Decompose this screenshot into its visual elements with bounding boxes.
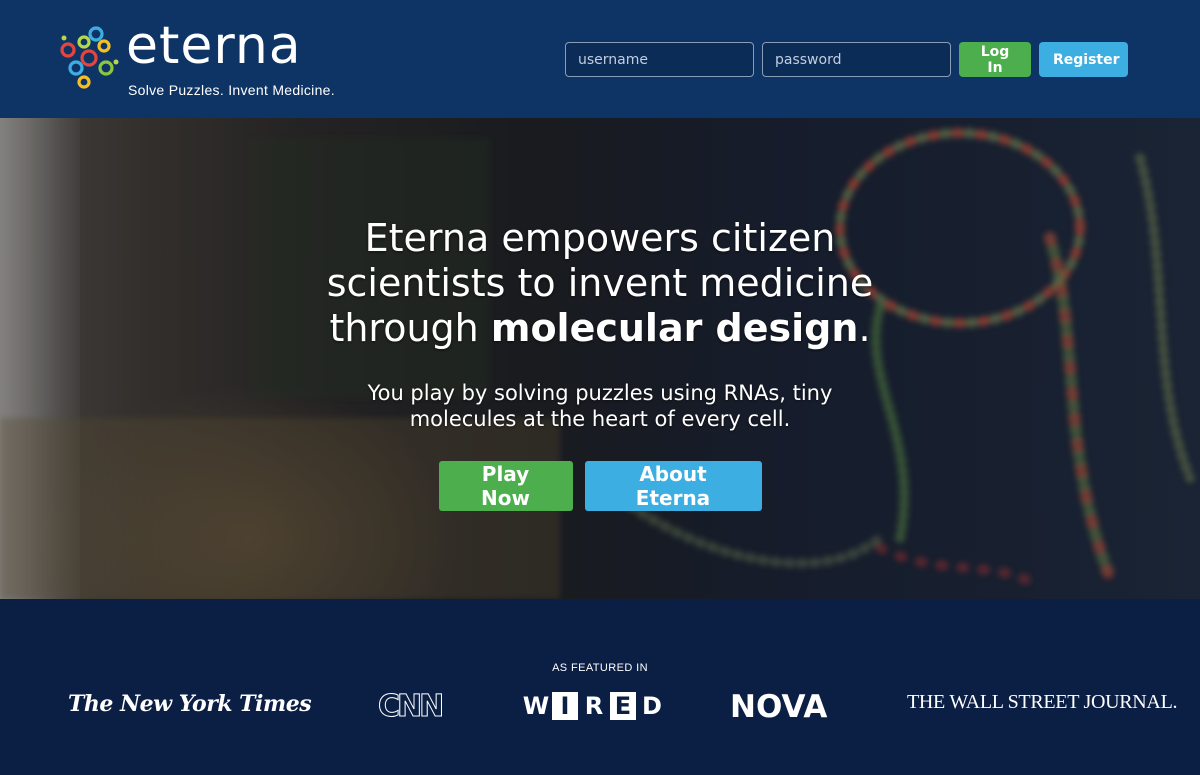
wired-letter-d: D	[642, 692, 662, 720]
hero-headline-line-1: Eterna empowers citizen	[364, 216, 836, 260]
wired-letter-e: E	[610, 692, 636, 720]
hero-headline-line-2: scientists to invent medicine	[326, 261, 874, 305]
eterna-logo[interactable]: eterna Solve Puzzles. Invent Medicine.	[56, 16, 356, 102]
password-input[interactable]	[762, 42, 951, 77]
play-now-button[interactable]: Play Now	[438, 461, 573, 511]
wired-letter-i: I	[552, 692, 578, 720]
hero-subtitle-line-1: You play by solving puzzles using RNAs, …	[367, 381, 833, 405]
hero-section: Eterna empowers citizen scientists to in…	[0, 118, 1200, 599]
wired-letter-w: W	[522, 692, 550, 720]
login-form: Log In Register	[565, 42, 1128, 77]
wired-logo[interactable]: W I R E D	[523, 692, 665, 720]
logo-tagline: Solve Puzzles. Invent Medicine.	[128, 82, 335, 98]
hero-subtitle: You play by solving puzzles using RNAs, …	[0, 380, 1200, 432]
featured-in-label: AS FEATURED IN	[552, 662, 648, 674]
hero-subtitle-line-2: molecules at the heart of every cell.	[409, 407, 791, 431]
site-header: eterna Solve Puzzles. Invent Medicine. L…	[0, 0, 1200, 118]
nyt-logo[interactable]: The New York Times	[68, 691, 312, 717]
rna-rings-logo-icon	[60, 26, 119, 89]
login-button[interactable]: Log In	[959, 42, 1031, 77]
register-button[interactable]: Register	[1039, 42, 1128, 77]
wsj-logo[interactable]: THE WALL STREET JOURNAL.	[907, 691, 1178, 714]
hero-headline-line-3-prefix: through	[329, 306, 491, 350]
hero-actions: Play Now About Eterna	[0, 461, 1200, 511]
wired-letter-r: R	[584, 692, 604, 720]
hero-headline-emphasis: molecular design	[490, 306, 859, 350]
featured-in-section: AS FEATURED IN The New York Times CNN W …	[0, 599, 1200, 775]
logo-wordmark: eterna	[126, 16, 302, 76]
about-eterna-button[interactable]: About Eterna	[584, 461, 762, 511]
username-input[interactable]	[565, 42, 754, 77]
hero-headline-line-3-suffix: .	[858, 306, 871, 350]
nova-logo[interactable]: NOVA	[730, 689, 827, 725]
cnn-logo[interactable]: CNN	[377, 689, 444, 725]
hero-headline: Eterna empowers citizen scientists to in…	[0, 216, 1200, 351]
hero-overlay	[0, 118, 1200, 599]
